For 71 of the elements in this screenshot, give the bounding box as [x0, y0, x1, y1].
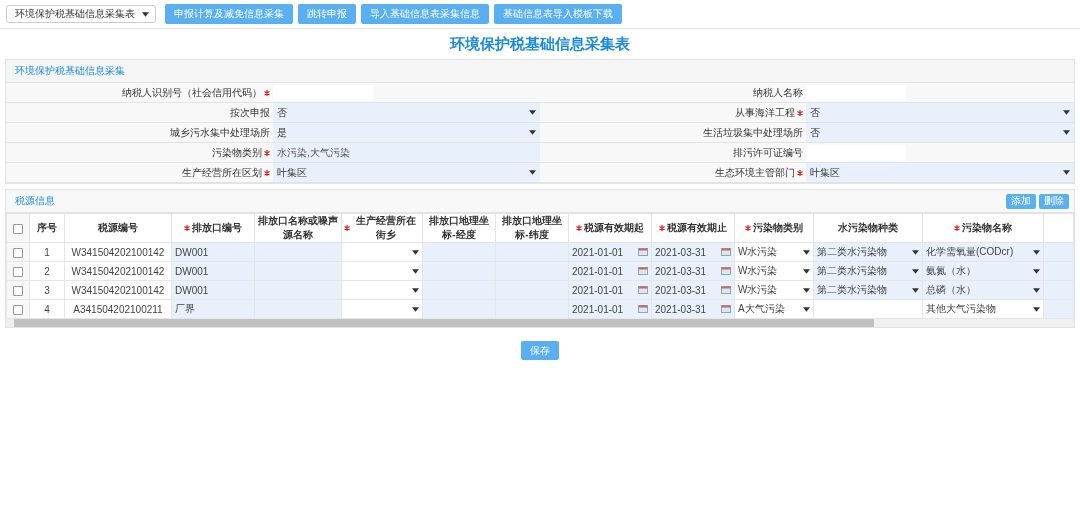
column-header: 税源编号	[98, 221, 138, 235]
column-header: 排放口名称或噪声源名称	[257, 214, 339, 242]
select-field[interactable]: 叶集区	[273, 165, 540, 180]
caret-icon	[803, 306, 810, 312]
caret-icon	[803, 268, 810, 274]
caret-icon	[1063, 130, 1070, 135]
calendar-icon[interactable]	[638, 286, 648, 294]
caret-icon	[142, 11, 149, 17]
field-label: 生态环境主管部门	[715, 165, 795, 180]
column-header: 排放口编号	[192, 221, 242, 235]
select-field[interactable]: 是	[273, 125, 540, 140]
column-header: 水污染物种类	[838, 221, 898, 235]
select-field[interactable]: 否	[273, 105, 540, 120]
column-header: 序号	[37, 221, 57, 235]
select-field[interactable]: 叶集区	[806, 165, 1074, 180]
column-header: 生产经营所在街乡	[355, 214, 417, 242]
scrollbar[interactable]	[6, 319, 1074, 327]
form-dropdown[interactable]: 环境保护税基础信息采集表	[6, 5, 156, 23]
page-title: 环境保护税基础信息采集表	[448, 34, 631, 54]
caret-icon	[529, 130, 536, 135]
caret-icon	[529, 170, 536, 175]
column-header: 污染物名称	[962, 221, 1012, 235]
caret-icon	[1063, 110, 1070, 115]
checkbox[interactable]	[13, 223, 23, 234]
caret-icon	[1033, 268, 1040, 274]
checkbox[interactable]	[13, 285, 23, 296]
checkbox[interactable]	[13, 266, 23, 277]
caret-icon	[529, 110, 536, 115]
caret-icon	[412, 306, 419, 312]
column-header: 排放口地理坐标-经度	[428, 214, 490, 242]
caret-icon	[412, 249, 419, 255]
input-field[interactable]	[806, 84, 906, 101]
caret-icon	[912, 249, 919, 255]
calendar-icon[interactable]	[721, 248, 731, 256]
field-label: 纳税人识别号（社会信用代码）	[122, 85, 262, 100]
field-label: 排污许可证编号	[733, 145, 803, 160]
panel-title: 环境保护税基础信息采集	[15, 64, 125, 78]
field-label: 按次申报	[230, 105, 270, 120]
checkbox[interactable]	[13, 304, 23, 315]
column-header: 税源有效期起	[584, 221, 644, 235]
calendar-icon[interactable]	[721, 286, 731, 294]
field-label: 生活垃圾集中处理场所	[703, 125, 803, 140]
field-label: 生产经营所在区划	[182, 165, 262, 180]
calendar-icon[interactable]	[721, 305, 731, 313]
column-header: 税源有效期止	[667, 221, 727, 235]
select-field[interactable]: 否	[806, 125, 1074, 140]
calendar-icon[interactable]	[638, 267, 648, 275]
caret-icon	[803, 287, 810, 293]
calendar-icon[interactable]	[721, 267, 731, 275]
input-field[interactable]	[273, 84, 373, 101]
caret-icon	[1033, 287, 1040, 293]
checkbox[interactable]	[13, 247, 23, 258]
field-label: 纳税人名称	[753, 85, 803, 100]
calendar-icon[interactable]	[638, 248, 648, 256]
column-header: 排放口地理坐标-纬度	[501, 214, 563, 242]
caret-icon	[412, 287, 419, 293]
select-field[interactable]: 否	[806, 105, 1074, 120]
field-label: 从事海洋工程	[735, 105, 795, 120]
caret-icon	[912, 268, 919, 274]
caret-icon	[1033, 306, 1040, 312]
caret-icon	[912, 287, 919, 293]
field-label: 城乡污水集中处理场所	[170, 125, 270, 140]
caret-icon	[1033, 249, 1040, 255]
calendar-icon[interactable]	[638, 305, 648, 313]
input-field[interactable]	[806, 144, 906, 161]
caret-icon	[412, 268, 419, 274]
caret-icon	[803, 249, 810, 255]
section-title: 税源信息	[15, 194, 55, 208]
caret-icon	[1063, 170, 1070, 175]
field-label: 污染物类别	[212, 145, 262, 160]
column-header: 污染物类别	[753, 221, 803, 235]
